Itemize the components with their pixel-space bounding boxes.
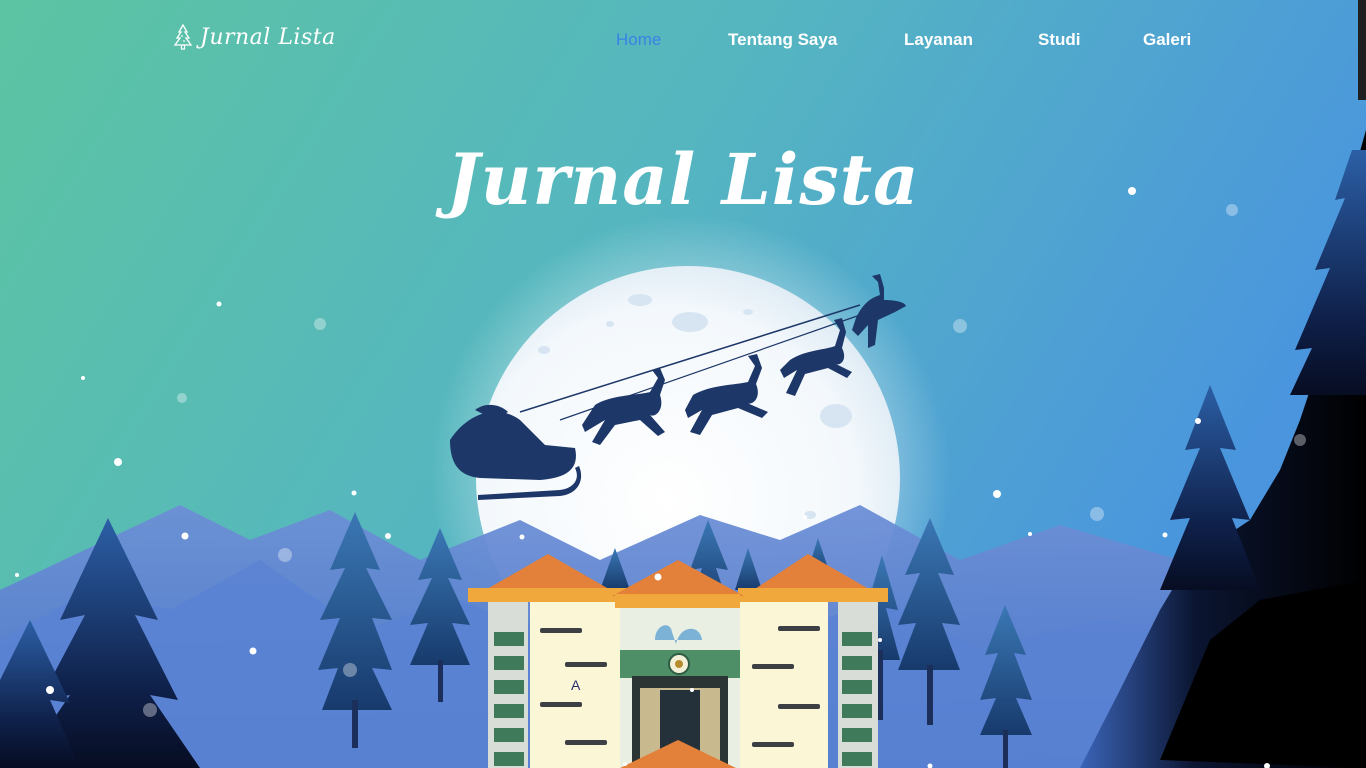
nav-galeri[interactable]: Galeri [1143,30,1191,50]
nav-tentang-saya[interactable]: Tentang Saya [728,30,837,50]
main-menu: Home Tentang Saya Layanan Studi Galeri [0,30,1366,54]
nav-layanan[interactable]: Layanan [904,30,973,50]
hero-scene: A [0,0,1366,768]
campus-building [468,554,888,768]
nav-home[interactable]: Home [616,30,661,50]
scrollbar-thumb[interactable] [1358,0,1366,100]
building-label: A [571,677,581,693]
page-scrollbar[interactable] [1358,0,1366,768]
top-navbar: Jurnal Lista Home Tentang Saya Layanan S… [0,0,1366,80]
hero-title: Jurnal Lista [446,138,920,221]
nav-studi[interactable]: Studi [1038,30,1081,50]
